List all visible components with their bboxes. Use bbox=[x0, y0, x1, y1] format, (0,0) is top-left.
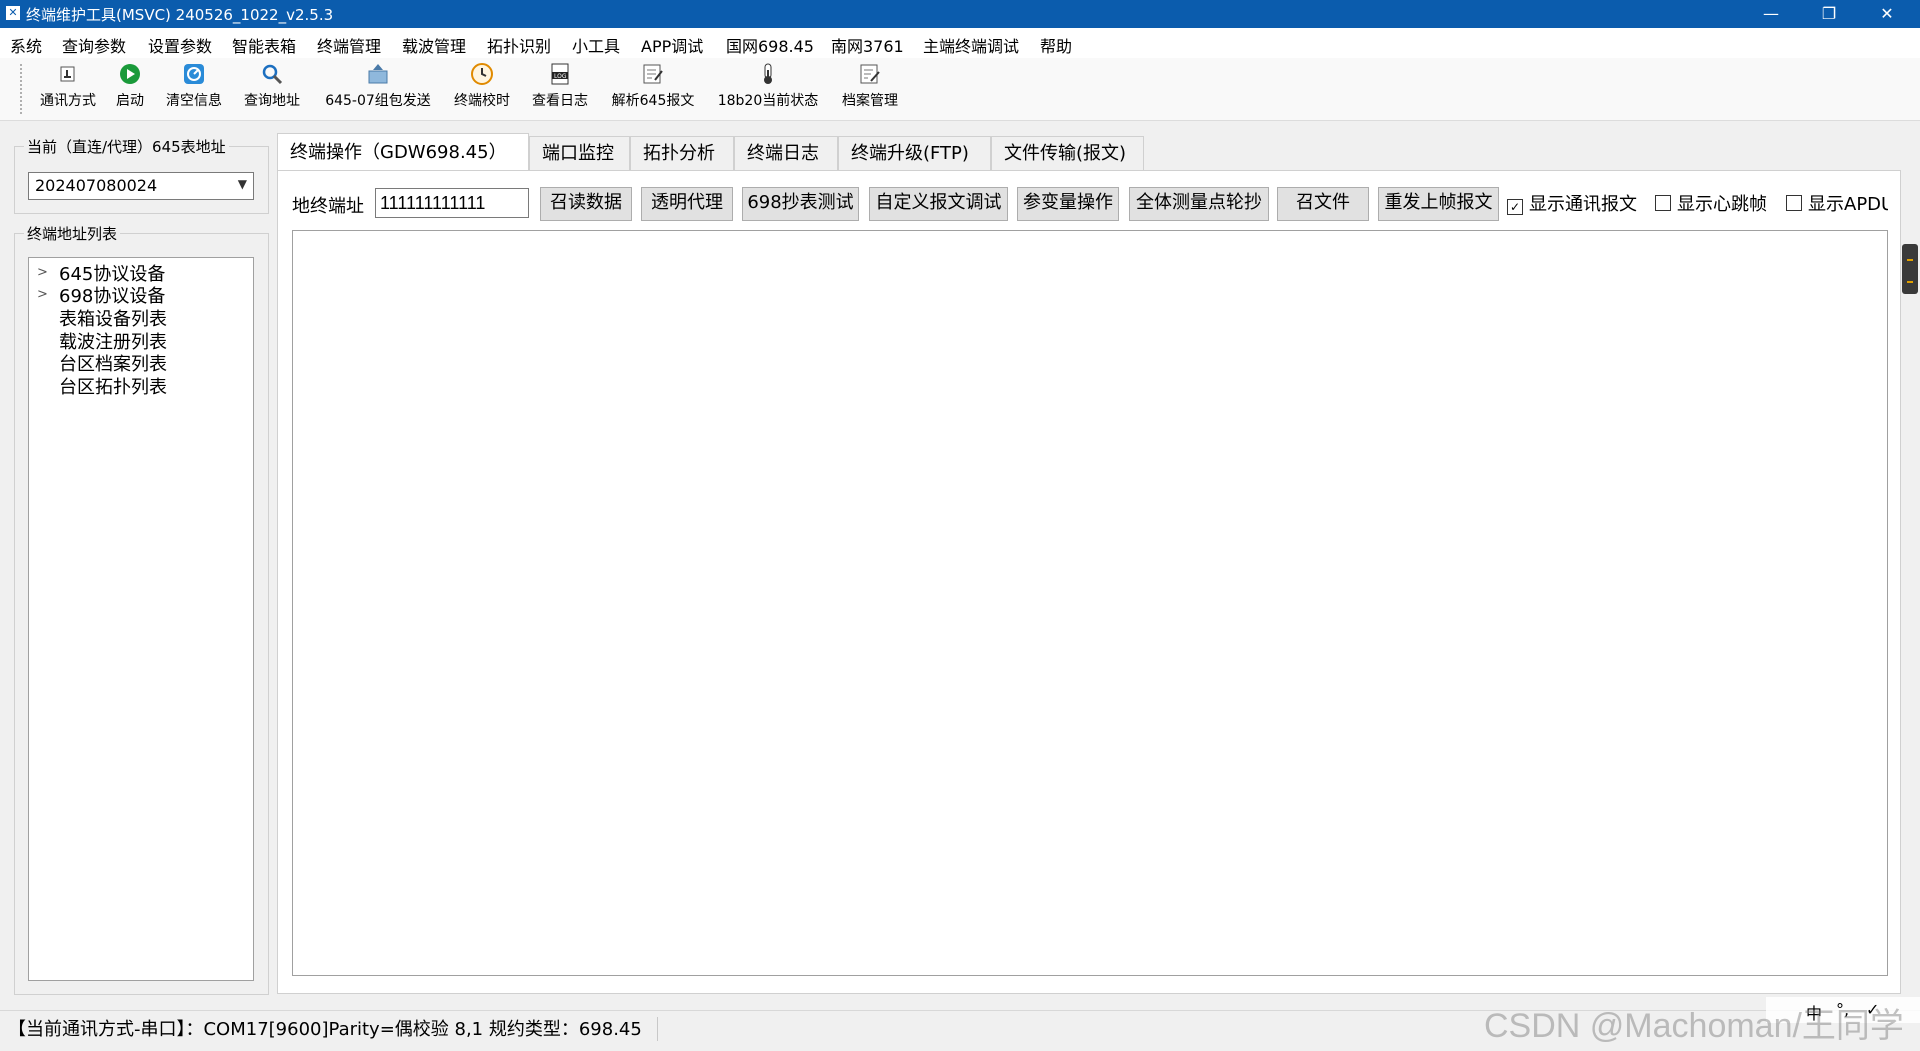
tab-topology-analysis[interactable]: 拓扑分析 bbox=[630, 136, 734, 170]
current-address-combo[interactable]: 202407080024 ▼ bbox=[28, 172, 254, 200]
minimize-button[interactable]: — bbox=[1742, 0, 1800, 28]
tab-terminal-upgrade[interactable]: 终端升级(FTP) bbox=[838, 136, 991, 170]
chevron-down-icon[interactable]: ▼ bbox=[238, 177, 247, 191]
show-heartbeat-checkbox[interactable]: 显示心跳帧 bbox=[1655, 190, 1767, 216]
close-button[interactable]: ✕ bbox=[1858, 0, 1916, 28]
svg-text:LOG: LOG bbox=[554, 73, 567, 80]
menu-topology[interactable]: 拓扑识别 bbox=[487, 33, 551, 57]
transparent-proxy-button[interactable]: 透明代理 bbox=[641, 187, 733, 221]
checkbox-empty-icon bbox=[1655, 195, 1671, 211]
log-icon: LOG bbox=[548, 62, 572, 86]
current-address-value: 202407080024 bbox=[35, 176, 158, 195]
menu-set-params[interactable]: 设置参数 bbox=[148, 33, 212, 57]
chevron-right-icon[interactable]: > bbox=[37, 287, 48, 302]
toolbar-18b20-status-button[interactable]: 18b20当前状态 bbox=[714, 62, 822, 118]
grip-icon bbox=[1907, 259, 1913, 283]
checkbox-checked-icon: ✓ bbox=[1507, 199, 1523, 215]
toolbar-grip[interactable] bbox=[20, 64, 25, 114]
poll-all-points-button[interactable]: 全体测量点轮抄 bbox=[1129, 187, 1269, 221]
restore-button[interactable]: ❐ bbox=[1800, 0, 1858, 28]
tab-port-monitor[interactable]: 端口监控 bbox=[529, 136, 630, 170]
frame-log-textarea[interactable] bbox=[292, 230, 1888, 976]
menu-smart-box[interactable]: 智能表箱 bbox=[232, 33, 296, 57]
tab-file-transfer[interactable]: 文件传输(报文) bbox=[991, 136, 1144, 170]
archive-icon bbox=[858, 62, 882, 86]
toolbar-time-sync-button[interactable]: 终端校时 bbox=[450, 62, 514, 118]
address-tree[interactable]: > 645协议设备 > 698协议设备 表箱设备列表 载波注册列表 台区档案列表… bbox=[28, 257, 254, 981]
chevron-right-icon[interactable]: > bbox=[37, 265, 48, 280]
tab-terminal-log[interactable]: 终端日志 bbox=[734, 136, 838, 170]
menu-tools[interactable]: 小工具 bbox=[572, 33, 620, 57]
show-comm-frames-checkbox[interactable]: ✓ 显示通讯报文 bbox=[1507, 190, 1637, 216]
menu-query-params[interactable]: 查询参数 bbox=[62, 33, 126, 57]
app-icon: ✕ bbox=[6, 6, 20, 20]
menu-help[interactable]: 帮助 bbox=[1040, 33, 1072, 57]
toolbar-query-address-button[interactable]: 查询地址 bbox=[240, 62, 304, 118]
menu-app-debug[interactable]: APP调试 bbox=[641, 33, 703, 57]
send-package-icon bbox=[366, 62, 390, 86]
menu-terminal-mgmt[interactable]: 终端管理 bbox=[317, 33, 381, 57]
toolbar-send-package-button[interactable]: 645-07组包发送 bbox=[320, 62, 436, 118]
side-panel-handle[interactable] bbox=[1902, 244, 1918, 294]
menu-bar: 系统 查询参数 设置参数 智能表箱 终端管理 载波管理 拓扑识别 小工具 APP… bbox=[0, 28, 1920, 58]
toolbar-view-log-button[interactable]: LOG 查看日志 bbox=[528, 62, 592, 118]
connection-icon bbox=[56, 62, 80, 86]
read-data-button[interactable]: 召读数据 bbox=[540, 187, 632, 221]
toolbar-clear-button[interactable]: 清空信息 bbox=[162, 62, 226, 118]
clock-icon bbox=[470, 62, 494, 86]
search-icon bbox=[260, 62, 284, 86]
menu-gw698[interactable]: 国网698.45 bbox=[726, 33, 814, 57]
watermark: CSDN @Machoman/王同学 bbox=[1484, 1007, 1904, 1045]
menu-system[interactable]: 系统 bbox=[10, 33, 42, 57]
tab-terminal-operation[interactable]: 终端操作（GDW698.45） bbox=[277, 133, 529, 171]
menu-carrier-mgmt[interactable]: 载波管理 bbox=[402, 33, 466, 57]
parameter-operation-button[interactable]: 参变量操作 bbox=[1017, 187, 1119, 221]
play-icon bbox=[118, 62, 142, 86]
clear-icon bbox=[182, 62, 206, 86]
window-title: 终端维护工具(MSVC) 240526_1022_v2.5.3 bbox=[26, 6, 334, 24]
current-address-group-title: 当前（直连/代理）645表地址 bbox=[24, 136, 229, 157]
toolbar-connection-button[interactable]: 通讯方式 bbox=[36, 62, 100, 118]
toolbar-start-button[interactable]: 启动 bbox=[112, 62, 148, 118]
show-apdu-checkbox[interactable]: 显示APDU bbox=[1786, 190, 1888, 216]
call-file-button[interactable]: 召文件 bbox=[1277, 187, 1369, 221]
checkbox-empty-icon bbox=[1786, 195, 1802, 211]
toolbar: 通讯方式 启动 清空信息 查询地址 645-07组包发送 终端校时 LOG 查看… bbox=[0, 58, 1920, 121]
meter-test-698-button[interactable]: 698抄表测试 bbox=[742, 187, 859, 221]
status-separator bbox=[657, 1017, 658, 1041]
terminal-address-label: 地终端址 bbox=[292, 196, 364, 217]
menu-nw3761[interactable]: 南网3761 bbox=[831, 33, 904, 57]
resend-last-frame-button[interactable]: 重发上帧报文 bbox=[1378, 187, 1499, 221]
terminal-address-input[interactable] bbox=[375, 188, 529, 218]
parse-icon bbox=[641, 62, 665, 86]
menu-master-debug[interactable]: 主端终端调试 bbox=[923, 33, 1019, 57]
thermometer-icon bbox=[756, 62, 780, 86]
status-text: 【当前通讯方式-串口】：COM17[9600]Parity=偶校验 8,1 规约… bbox=[8, 1019, 642, 1040]
custom-frame-debug-button[interactable]: 自定义报文调试 bbox=[869, 187, 1008, 221]
address-list-group-title: 终端地址列表 bbox=[24, 223, 121, 244]
title-bar: ✕ 终端维护工具(MSVC) 240526_1022_v2.5.3 — ❐ ✕ bbox=[0, 0, 1920, 28]
tree-node-area-topology[interactable]: 台区拓扑列表 bbox=[59, 373, 167, 399]
toolbar-parse-645-button[interactable]: 解析645报文 bbox=[608, 62, 698, 118]
toolbar-archive-button[interactable]: 档案管理 bbox=[836, 62, 904, 118]
